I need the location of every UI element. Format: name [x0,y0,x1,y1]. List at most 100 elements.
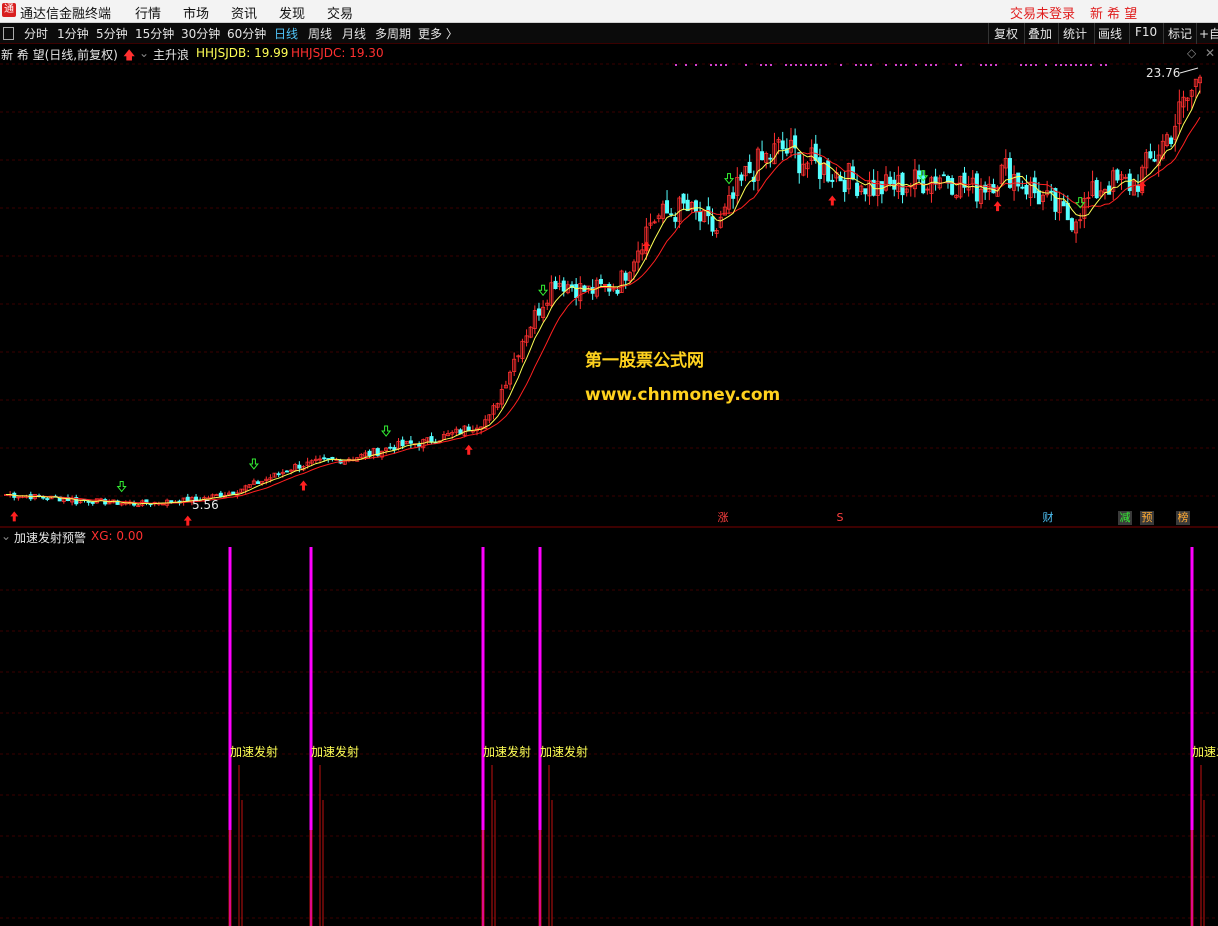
top-dot-marker [745,64,747,66]
high-pointer-line [1179,67,1199,74]
top-dot-marker [685,64,687,66]
candle-body [665,200,670,214]
top-dot-marker [905,64,907,66]
candle-body [1036,190,1041,205]
candle-body [1069,218,1074,231]
event-marker-s[interactable]: S [833,511,847,525]
top-dot-marker [1090,64,1092,66]
top-dot-marker [985,64,987,66]
candle-body [842,179,847,193]
candle-body [41,496,46,499]
candle-body [284,470,289,473]
top-dot-marker [1055,64,1057,66]
close-icon[interactable]: ✕ [1205,46,1215,60]
candle-body [731,192,736,199]
top-dot-marker [895,64,897,66]
low-price-label: 5.56 [192,498,219,512]
candle-body [1032,177,1037,194]
kline-chart[interactable]: 23.765.56第一股票公式网www.chnmoney.com加速发射 加速发射… [0,0,1218,926]
top-dot-marker [995,64,997,66]
top-dot-marker [1060,64,1062,66]
top-dot-marker [1045,64,1047,66]
top-dot-marker [1065,64,1067,66]
top-dot-marker [710,64,712,66]
candle-body [693,200,698,213]
event-marker-forecast[interactable]: 预 [1140,511,1154,525]
candle-body [615,289,620,294]
candle-body [855,182,860,196]
signal-label: 加速发射 [1192,744,1218,759]
candle-body [739,174,744,181]
top-dot-marker [675,64,677,66]
candle-body [408,440,413,444]
hhjsjdc-value: HHJSJDC: 19.30 [291,46,384,60]
buy-arrow-icon [828,195,837,206]
top-dot-marker [1030,64,1032,66]
top-dot-marker [725,64,727,66]
indicator-name[interactable]: 主升浪 [153,46,189,63]
buy-arrow-icon [10,511,19,522]
buy-arrow-icon [183,515,192,526]
top-dot-marker [915,64,917,66]
top-dot-marker [810,64,812,66]
top-dot-marker [1100,64,1102,66]
top-dot-marker [860,64,862,66]
top-dot-marker [760,64,762,66]
candle-body [256,481,261,484]
candle-body [1007,158,1012,188]
buy-arrow-icon [993,201,1002,212]
candle-body [780,140,785,150]
candle-body [830,179,835,182]
candle-body [1152,159,1157,162]
watermark-url: www.chnmoney.com [585,385,780,405]
top-dot-marker [840,64,842,66]
expand-diamond-icon[interactable]: ◇ [1187,46,1196,60]
candle-body [1094,180,1099,199]
top-dot-marker [1085,64,1087,66]
event-marker-up[interactable]: 涨 [716,511,730,525]
event-marker-list[interactable]: 榜 [1176,511,1190,525]
top-dot-marker [1025,64,1027,66]
top-dot-marker [865,64,867,66]
candle-body [710,216,715,232]
candle-body [429,436,434,443]
candle-body [367,450,372,457]
chevron-down-icon-sub[interactable]: ⌄ [1,529,11,543]
top-dot-marker [695,64,697,66]
top-dot-marker [720,64,722,66]
sell-arrow-icon [538,284,549,297]
candle-body [90,501,95,504]
top-dot-marker [980,64,982,66]
candle-body [388,446,393,449]
candle-body [768,157,773,160]
chevron-down-icon[interactable]: ⌄ [139,46,149,60]
top-dot-marker [770,64,772,66]
candle-body [760,151,765,161]
sub-indicator-name[interactable]: 加速发射预警 [14,529,86,546]
candle-body [863,188,868,195]
candle-body [681,193,686,204]
candle-body [218,492,223,498]
candle-body [561,280,566,292]
event-marker-reduce[interactable]: 减 [1118,511,1132,525]
candle-body [322,457,327,460]
signal-label: 加速发射 [540,744,588,759]
top-dot-marker [855,64,857,66]
candle-body [1169,137,1174,145]
candle-body [231,491,236,495]
top-dot-marker [715,64,717,66]
top-dot-marker [1080,64,1082,66]
candle-body [466,426,471,432]
candle-body [888,176,893,185]
candle-body [1136,184,1141,192]
candle-body [950,178,955,195]
top-dot-marker [1020,64,1022,66]
top-dot-marker [765,64,767,66]
buy-arrow-icon [299,480,308,491]
candle-body [45,498,50,500]
candle-body [1049,190,1054,193]
event-marker-finance[interactable]: 财 [1041,511,1055,525]
hhjsjdb-value: HHJSJDB: 19.99 [196,46,289,60]
candle-body [941,174,946,177]
candle-body [169,500,174,503]
